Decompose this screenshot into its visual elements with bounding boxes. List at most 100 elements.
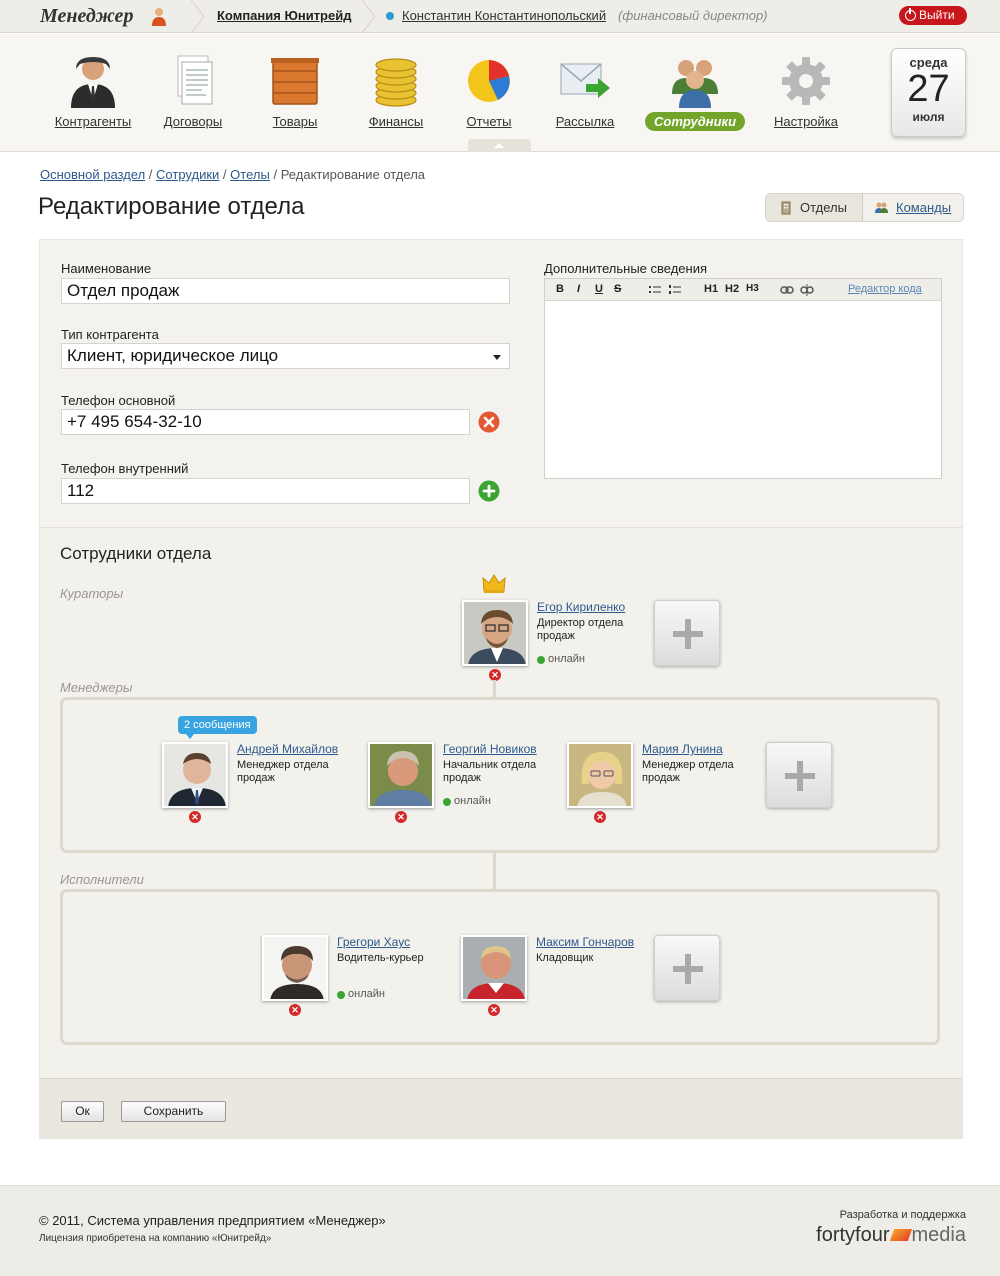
bullet-list-icon[interactable]: [649, 285, 661, 295]
company-link[interactable]: Компания Юнитрейд: [217, 8, 351, 23]
remove-icon[interactable]: ✕: [189, 811, 201, 823]
phone-internal-label: Телефон внутренний: [61, 461, 189, 476]
breadcrumb-staff[interactable]: Сотрудики: [156, 167, 219, 182]
logout-label: Выйти: [919, 8, 955, 22]
performer-card: Максим Гончаров Кладовщик ✕: [461, 935, 651, 1016]
name-input[interactable]: Отдел продаж: [61, 278, 510, 304]
h2-button[interactable]: H2: [725, 283, 739, 295]
breadcrumb-sep: /: [222, 167, 227, 182]
breadcrumb-sep: /: [148, 167, 153, 182]
person-name-link[interactable]: Егор Кириленко: [537, 600, 625, 614]
switch-departments-label: Отделы: [800, 200, 847, 215]
power-icon: [905, 8, 916, 21]
chevron-down-icon: [493, 355, 501, 360]
person-role: Водитель-курьер: [337, 952, 424, 964]
logout-button[interactable]: Выйти: [899, 6, 967, 25]
nav-label: Товары: [272, 114, 318, 129]
nav-item-reports[interactable]: Отчеты: [439, 54, 539, 129]
remove-icon[interactable]: ✕: [289, 1004, 301, 1016]
nav-label: Настройка: [774, 114, 838, 129]
remove-phone-icon[interactable]: [478, 411, 500, 433]
person-name-link[interactable]: Максим Гончаров: [536, 935, 634, 949]
nav-item-settings[interactable]: Настройка: [756, 54, 856, 129]
switch-departments[interactable]: Отделы: [766, 194, 863, 221]
avatar[interactable]: [262, 935, 328, 1001]
unlink-icon[interactable]: [800, 284, 814, 296]
avatar[interactable]: [368, 742, 434, 808]
building-icon: [781, 201, 791, 215]
team-icon: [875, 202, 888, 213]
save-button[interactable]: Сохранить: [121, 1101, 226, 1122]
h1-button[interactable]: H1: [704, 283, 718, 295]
nav-label: Отчеты: [466, 114, 512, 129]
calendar-day: 27: [907, 68, 950, 110]
h3-button[interactable]: H3: [746, 283, 759, 294]
ok-button[interactable]: Ок: [61, 1101, 104, 1122]
avatar[interactable]: [162, 742, 228, 808]
phone-main-input[interactable]: +7 495 654-32-10: [61, 409, 470, 435]
add-curator-button[interactable]: [654, 600, 720, 666]
nav-item-mailing[interactable]: Рассылка: [535, 54, 635, 129]
performers-group: Грегори Хаус Водитель-курьер онлайн ✕ Ма…: [60, 889, 940, 1045]
nav-item-contracts[interactable]: Договоры: [143, 54, 243, 129]
avatar[interactable]: [462, 600, 528, 666]
strike-button[interactable]: S: [614, 283, 621, 295]
view-switch: Отделы Команды: [765, 193, 964, 222]
remove-icon[interactable]: ✕: [594, 811, 606, 823]
nav-item-finance[interactable]: Финансы: [346, 54, 446, 129]
person-name-link[interactable]: Андрей Михайлов: [237, 742, 338, 756]
person-role: Менеджер отдела продаж: [642, 759, 734, 784]
italic-button[interactable]: I: [577, 283, 580, 295]
breadcrumb-departments[interactable]: Отелы: [230, 167, 270, 182]
documents-icon: [177, 55, 213, 105]
user-role: (финансовый директор): [618, 8, 768, 23]
code-editor-link[interactable]: Редактор кода: [848, 283, 922, 295]
breadcrumb-sep: /: [273, 167, 278, 182]
performers-label: Исполнители: [60, 872, 144, 887]
online-status: онлайн: [337, 988, 385, 1000]
link-icon[interactable]: [780, 285, 794, 295]
mail-icon: [560, 63, 610, 98]
type-label: Тип контрагента: [61, 327, 159, 342]
underline-button[interactable]: U: [595, 283, 603, 295]
person-role: Начальник отдела продаж: [443, 759, 537, 784]
phone-main-label: Телефон основной: [61, 393, 176, 408]
user-status-dot: [386, 12, 394, 20]
avatar[interactable]: [567, 742, 633, 808]
remove-icon[interactable]: ✕: [395, 811, 407, 823]
user-name-link[interactable]: Константин Константинопольский: [402, 8, 606, 23]
page-title: Редактирование отдела: [38, 193, 305, 220]
curators-label: Кураторы: [60, 586, 124, 601]
add-phone-icon[interactable]: [478, 480, 500, 502]
add-performer-button[interactable]: [654, 935, 720, 1001]
online-status: онлайн: [537, 653, 585, 665]
developer-logo[interactable]: fortyfour media: [816, 1224, 966, 1247]
avatar[interactable]: [461, 935, 527, 1001]
nav-item-goods[interactable]: Товары: [245, 54, 345, 129]
add-manager-button[interactable]: [766, 742, 832, 808]
nav-collapse-tab[interactable]: [468, 139, 531, 152]
connector-line: [493, 853, 496, 891]
breadcrumb-main[interactable]: Основной раздел: [40, 167, 145, 182]
nav-item-contractors[interactable]: Контрагенты: [43, 54, 143, 129]
remove-icon[interactable]: ✕: [488, 1004, 500, 1016]
nav-label: Финансы: [368, 114, 424, 129]
switch-teams[interactable]: Команды: [864, 194, 963, 221]
person-name-link[interactable]: Мария Лунина: [642, 742, 723, 756]
person-role: Кладовщик: [536, 952, 594, 964]
person-name-link[interactable]: Грегори Хаус: [337, 935, 410, 949]
messages-badge[interactable]: 2 сообщения: [178, 716, 257, 739]
type-select[interactable]: Клиент, юридическое лицо: [61, 343, 510, 369]
bold-button[interactable]: B: [556, 283, 564, 295]
pie-chart-icon: [468, 60, 510, 102]
phone-internal-input[interactable]: 112: [61, 478, 470, 504]
manager-card: Мария Лунина Менеджер отдела продаж ✕: [567, 742, 757, 823]
box-icon: [271, 58, 319, 105]
brand-fortyfour: fortyfour: [816, 1224, 890, 1246]
rich-text-editor[interactable]: B I U S H1 H2 H3 Редактор кода: [544, 278, 942, 479]
nav-item-staff[interactable]: Сотрудники: [645, 54, 746, 131]
numbered-list-icon[interactable]: [669, 285, 681, 295]
app-logo[interactable]: Менеджер: [40, 5, 133, 28]
person-name-link[interactable]: Георгий Новиков: [443, 742, 537, 756]
editor-toolbar: B I U S H1 H2 H3 Редактор кода: [545, 279, 941, 301]
